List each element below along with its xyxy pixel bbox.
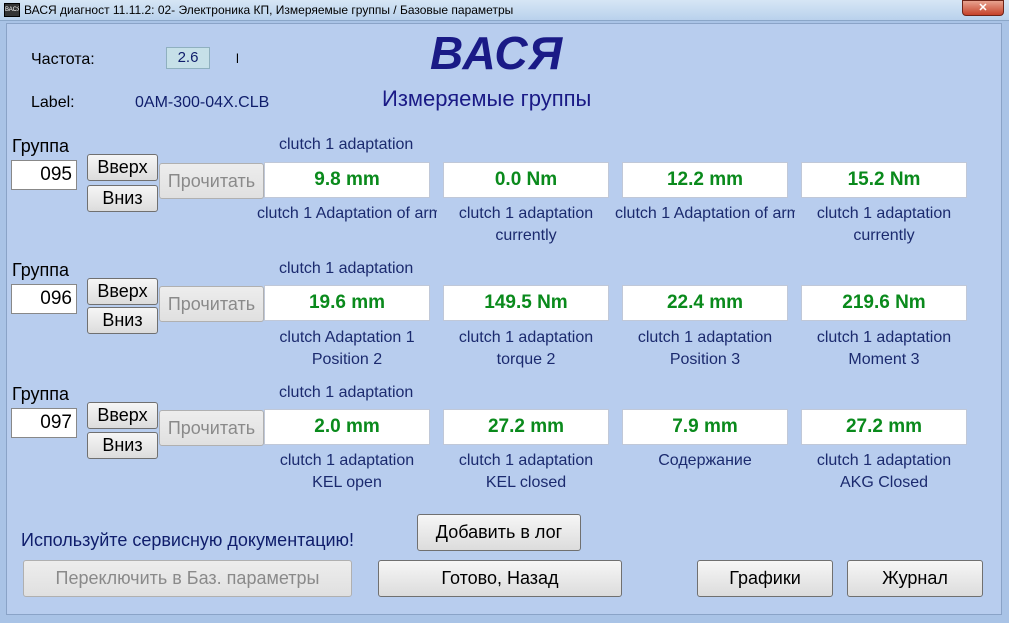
value-field-1: 9.8 mm [264, 162, 430, 198]
field-desc-3: clutch 1 adaptation [637, 329, 773, 346]
group-read-button[interactable]: Прочитать [159, 163, 264, 199]
group-up-button[interactable]: Вверх [87, 154, 158, 181]
app-logo-text: ВАСЯ [430, 27, 564, 79]
label-label: Label: [31, 94, 75, 111]
field-desc-4b: AKG Closed [839, 474, 929, 491]
value-field-1: 2.0 mm [264, 409, 430, 445]
field-desc-4: clutch 1 adaptation [816, 452, 952, 469]
group-label: Группа [12, 260, 70, 280]
label-value: 0AM-300-04X.CLB [135, 94, 270, 111]
value-field-2: 0.0 Nm [443, 162, 609, 198]
freq-label: Частота: [31, 51, 95, 68]
field-desc-1: clutch Adaptation 1 [279, 329, 415, 346]
field-desc-1: clutch 1 Adaptation of arm [257, 205, 437, 222]
field-desc-4: clutch 1 adaptation [816, 205, 952, 222]
group-down-button[interactable]: Вниз [87, 432, 158, 459]
field-desc-2b: torque 2 [496, 351, 556, 368]
title-bar[interactable]: ВАСЯ ВАСЯ диагност 11.11.2: 02- Электрон… [0, 0, 1009, 21]
value-field-2: 149.5 Nm [443, 285, 609, 321]
freq-marker: l [236, 51, 239, 66]
field-desc-4b: currently [853, 227, 915, 244]
window-title: ВАСЯ диагност 11.11.2: 02- Электроника К… [24, 3, 514, 17]
field-desc-4: clutch 1 adaptation [816, 329, 952, 346]
graphs-button[interactable]: Графики [697, 560, 833, 597]
page-title: Измеряемые группы [382, 86, 592, 111]
service-doc-note: Используйте сервисную документацию! [21, 530, 355, 550]
field-desc-3: clutch 1 Adaptation of arm [615, 205, 795, 222]
value-field-3: 7.9 mm [622, 409, 788, 445]
done-back-button[interactable]: Готово, Назад [378, 560, 622, 597]
group-label: Группа [12, 384, 70, 404]
app-icon: ВАСЯ [4, 3, 20, 17]
group-title: clutch 1 adaptation [279, 384, 414, 401]
main-panel: Частота: 2.6 l Label: 0AM-300-04X.CLB ВА… [6, 23, 1002, 615]
field-desc-1: clutch 1 adaptation [279, 452, 415, 469]
value-field-4: 219.6 Nm [801, 285, 967, 321]
value-field-3: 22.4 mm [622, 285, 788, 321]
group-up-button[interactable]: Вверх [87, 278, 158, 305]
group-read-button[interactable]: Прочитать [159, 410, 264, 446]
group-down-button[interactable]: Вниз [87, 185, 158, 212]
field-desc-2: clutch 1 adaptation [458, 205, 594, 222]
value-field-1: 19.6 mm [264, 285, 430, 321]
field-desc-2b: KEL closed [485, 474, 567, 491]
group-up-button[interactable]: Вверх [87, 402, 158, 429]
value-field-4: 15.2 Nm [801, 162, 967, 198]
group-number-input[interactable]: 096 [11, 284, 77, 314]
field-desc-1b: Position 2 [311, 351, 383, 368]
value-field-3: 12.2 mm [622, 162, 788, 198]
value-field-4: 27.2 mm [801, 409, 967, 445]
field-desc-2b: currently [495, 227, 557, 244]
value-field-2: 27.2 mm [443, 409, 609, 445]
field-desc-2: clutch 1 adaptation [458, 329, 594, 346]
field-desc-3b: Position 3 [669, 351, 741, 368]
group-number-input[interactable]: 097 [11, 408, 77, 438]
field-desc-2: clutch 1 adaptation [458, 452, 594, 469]
field-desc-3: Содержание [658, 452, 752, 469]
group-number-input[interactable]: 095 [11, 160, 77, 190]
group-label: Группа [12, 136, 70, 156]
close-button[interactable]: ✕ [962, 0, 1004, 16]
field-desc-4b: Moment 3 [848, 351, 920, 368]
group-down-button[interactable]: Вниз [87, 307, 158, 334]
add-to-log-button[interactable]: Добавить в лог [417, 514, 581, 551]
group-title: clutch 1 adaptation [279, 136, 414, 153]
group-read-button[interactable]: Прочитать [159, 286, 264, 322]
journal-button[interactable]: Журнал [847, 560, 983, 597]
switch-basic-params-button[interactable]: Переключить в Баз. параметры [23, 560, 352, 597]
freq-value: 2.6 [166, 47, 210, 69]
field-desc-1b: KEL open [312, 474, 382, 491]
group-title: clutch 1 adaptation [279, 260, 414, 277]
